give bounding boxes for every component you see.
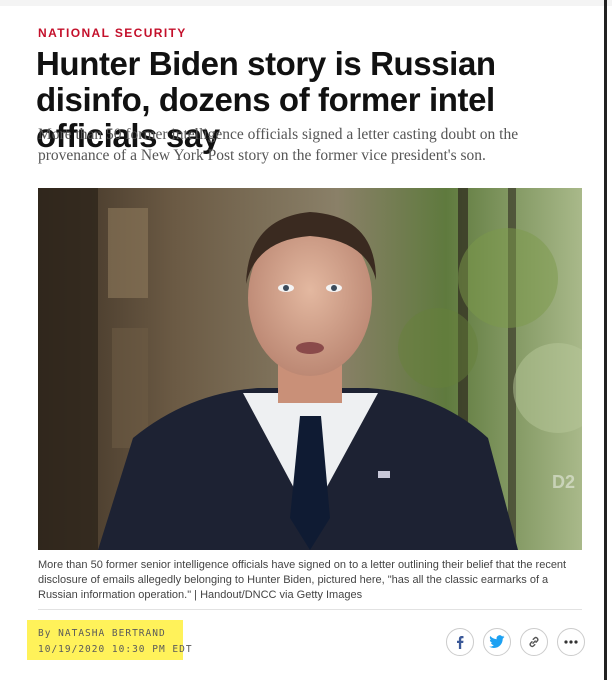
lead-photo[interactable]: D2 — [38, 188, 582, 550]
article-dek: More than 50 former intelligence officia… — [38, 126, 519, 164]
photo-watermark: D2 — [552, 472, 575, 492]
author-line[interactable]: By NATASHA BERTRAND — [38, 628, 166, 639]
copy-link-button[interactable] — [520, 628, 548, 656]
more-options-button[interactable] — [557, 628, 585, 656]
twitter-icon — [489, 635, 505, 649]
byline-divider — [38, 609, 582, 610]
more-icon — [564, 640, 578, 644]
photo-caption: More than 50 former senior intelligence … — [38, 559, 567, 601]
facebook-icon — [453, 635, 467, 649]
page-edge-rule — [604, 0, 607, 680]
article-page: NATIONAL SECURITY Hunter Biden story is … — [0, 0, 612, 680]
publish-timestamp: 10/19/2020 10:30 PM EDT — [38, 644, 193, 655]
top-bar — [0, 0, 612, 6]
facebook-share-button[interactable] — [446, 628, 474, 656]
link-icon — [527, 635, 541, 649]
byline: By NATASHA BERTRAND 10/19/2020 10:30 PM … — [38, 626, 193, 657]
twitter-share-button[interactable] — [483, 628, 511, 656]
section-kicker[interactable]: NATIONAL SECURITY — [38, 26, 187, 40]
